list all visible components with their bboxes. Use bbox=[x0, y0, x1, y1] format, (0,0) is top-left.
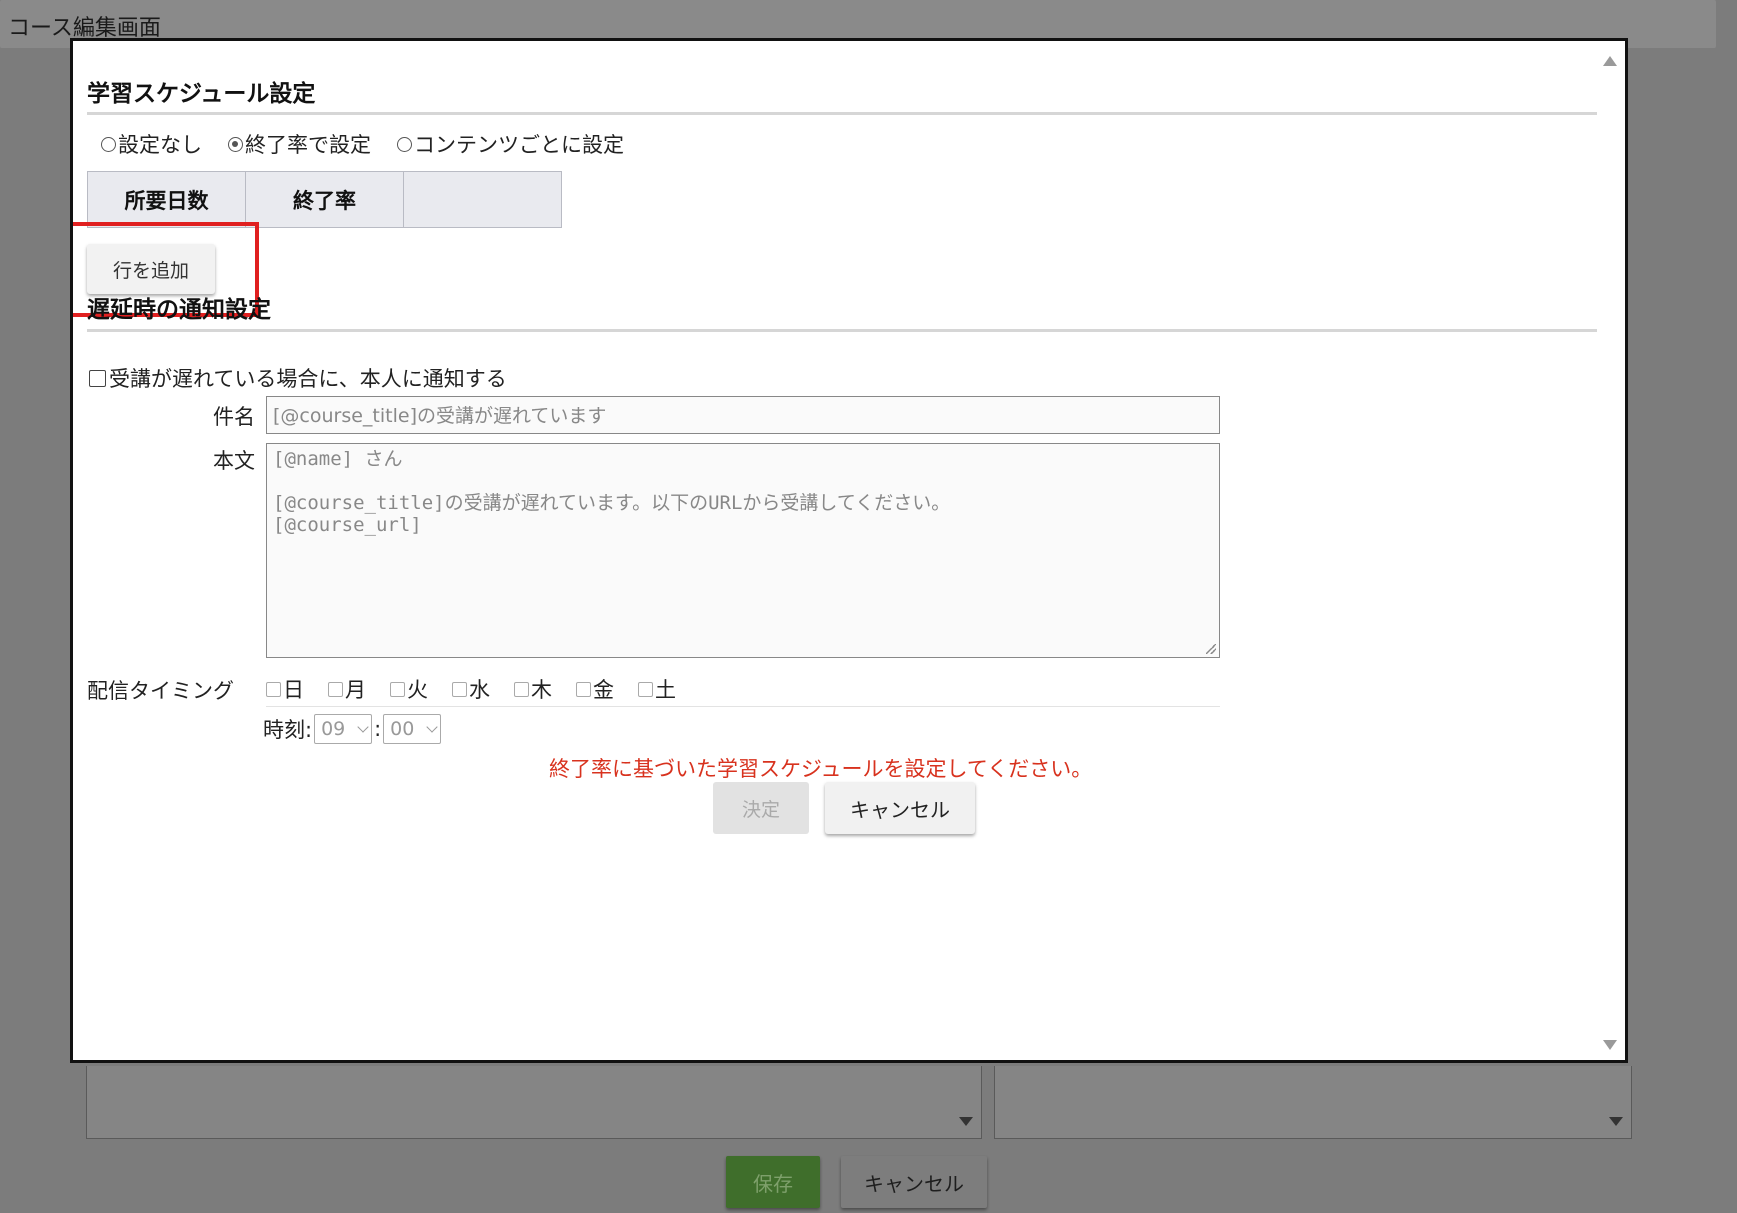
radio-label: コンテンツごとに設定 bbox=[414, 133, 624, 157]
day-label: 水 bbox=[469, 678, 490, 702]
minute-value: 00 bbox=[390, 718, 415, 740]
scroll-up-arrow-icon[interactable] bbox=[1603, 56, 1617, 66]
send-time-row: 時刻: 09 : 00 bbox=[263, 714, 442, 744]
schedule-table: 所要日数 終了率 bbox=[87, 171, 562, 228]
radio-option-per-content[interactable]: コンテンツごとに設定 bbox=[397, 129, 624, 159]
day-checkbox-saturday[interactable]: 土 bbox=[638, 674, 676, 704]
notify-when-late-checkbox[interactable]: 受講が遅れている場合に、本人に通知する bbox=[89, 363, 507, 393]
chevron-down-icon bbox=[357, 721, 369, 733]
weekday-checkbox-group: 日 月 火 水 木 金 土 bbox=[266, 674, 676, 704]
checkbox[interactable] bbox=[89, 369, 106, 387]
body-text: [@name] さん [@course_title]の受講が遅れています。以下の… bbox=[273, 448, 951, 536]
radio-button-selected[interactable] bbox=[228, 136, 243, 152]
checkbox[interactable] bbox=[328, 681, 343, 697]
column-header-completion-rate: 終了率 bbox=[245, 171, 404, 228]
modal-cancel-button[interactable]: キャンセル bbox=[825, 782, 975, 834]
radio-label: 終了率で設定 bbox=[245, 133, 371, 157]
day-checkbox-wednesday[interactable]: 水 bbox=[452, 674, 490, 704]
scroll-down-arrow-icon[interactable] bbox=[1603, 1040, 1617, 1050]
checkbox[interactable] bbox=[576, 681, 591, 697]
checkbox[interactable] bbox=[638, 681, 653, 697]
background-select-left[interactable] bbox=[86, 1066, 982, 1139]
day-checkbox-monday[interactable]: 月 bbox=[328, 674, 366, 704]
radio-option-none[interactable]: 設定なし bbox=[101, 129, 202, 159]
time-separator: : bbox=[374, 717, 382, 741]
subject-label: 件名 bbox=[213, 405, 255, 429]
radio-label: 設定なし bbox=[118, 133, 202, 157]
schedule-section-title: 学習スケジュール設定 bbox=[87, 81, 316, 107]
radio-button[interactable] bbox=[397, 136, 412, 152]
column-header-actions bbox=[403, 171, 562, 228]
checkbox[interactable] bbox=[514, 681, 529, 697]
day-label: 土 bbox=[655, 678, 676, 702]
subject-input[interactable]: [@course_title]の受講が遅れています bbox=[266, 396, 1220, 434]
day-label: 月 bbox=[345, 678, 366, 702]
radio-button[interactable] bbox=[101, 136, 116, 152]
day-label: 火 bbox=[407, 678, 428, 702]
hour-select[interactable]: 09 bbox=[314, 714, 373, 744]
day-checkbox-thursday[interactable]: 木 bbox=[514, 674, 552, 704]
schedule-modal: 学習スケジュール設定 設定なし 終了率で設定 コンテンツごとに設定 所要日数 終… bbox=[70, 38, 1628, 1063]
resize-handle-icon[interactable] bbox=[1206, 644, 1216, 654]
timing-label: 配信タイミング bbox=[87, 679, 234, 703]
checkbox[interactable] bbox=[266, 681, 281, 697]
confirm-button[interactable]: 決定 bbox=[713, 782, 809, 834]
section-divider bbox=[87, 329, 1597, 332]
page-cancel-button[interactable]: キャンセル bbox=[841, 1156, 987, 1208]
time-label: 時刻: bbox=[263, 718, 313, 742]
body-textarea[interactable]: [@name] さん [@course_title]の受講が遅れています。以下の… bbox=[266, 443, 1220, 658]
day-checkbox-friday[interactable]: 金 bbox=[576, 674, 614, 704]
day-checkbox-tuesday[interactable]: 火 bbox=[390, 674, 428, 704]
checkbox[interactable] bbox=[390, 681, 405, 697]
day-label: 木 bbox=[531, 678, 552, 702]
checkbox-label: 受講が遅れている場合に、本人に通知する bbox=[109, 367, 507, 391]
section-divider bbox=[87, 112, 1597, 115]
validation-error-message: 終了率に基づいた学習スケジュールを設定してください。 bbox=[549, 757, 1093, 781]
timing-divider bbox=[266, 706, 1220, 707]
schedule-mode-radio-group: 設定なし 終了率で設定 コンテンツごとに設定 bbox=[101, 129, 624, 159]
dropdown-arrow-icon bbox=[959, 1117, 973, 1126]
day-checkbox-sunday[interactable]: 日 bbox=[266, 674, 304, 704]
day-label: 金 bbox=[593, 678, 614, 702]
radio-option-completion-rate[interactable]: 終了率で設定 bbox=[228, 129, 371, 159]
notify-section-title: 遅延時の通知設定 bbox=[87, 297, 271, 323]
body-label: 本文 bbox=[213, 449, 255, 473]
background-select-right[interactable] bbox=[994, 1066, 1632, 1139]
day-label: 日 bbox=[283, 678, 304, 702]
minute-select[interactable]: 00 bbox=[383, 714, 442, 744]
hour-value: 09 bbox=[321, 718, 346, 740]
checkbox[interactable] bbox=[452, 681, 467, 697]
dropdown-arrow-icon bbox=[1609, 1117, 1623, 1126]
chevron-down-icon bbox=[426, 721, 438, 733]
column-header-required-days: 所要日数 bbox=[87, 171, 246, 228]
save-button[interactable]: 保存 bbox=[726, 1156, 820, 1208]
